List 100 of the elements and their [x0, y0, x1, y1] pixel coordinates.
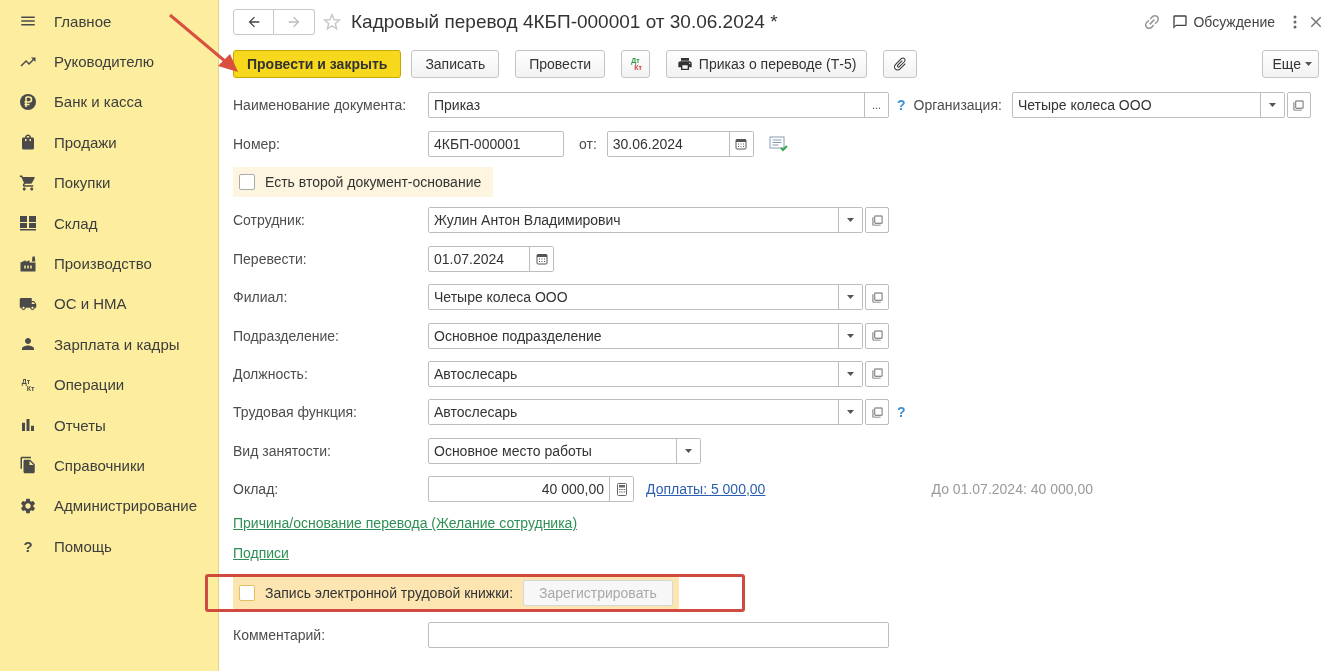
- dropdown-button[interactable]: [838, 323, 862, 348]
- caret-icon: [1268, 103, 1276, 108]
- checkbox-label: Есть второй документ-основание: [265, 173, 482, 190]
- bag-icon: [19, 133, 37, 152]
- sidebar-item[interactable]: Администрирование: [0, 485, 218, 527]
- sidebar-item[interactable]: Банк и касса: [0, 81, 218, 123]
- toolbar-button[interactable]: Провести: [515, 50, 606, 78]
- open-window-icon: [871, 406, 883, 418]
- more-menu-button[interactable]: Еще: [1261, 50, 1319, 78]
- dropdown-button[interactable]: [838, 361, 862, 386]
- caret-icon: [847, 333, 854, 338]
- caret-icon: [847, 410, 854, 415]
- choose-button[interactable]: ...: [864, 93, 888, 118]
- sidebar-item[interactable]: Главное: [0, 1, 218, 42]
- field-label: Организация:: [913, 97, 1002, 114]
- help-icon[interactable]: ?: [897, 97, 906, 114]
- checkbox-label: Запись электронной трудовой книжки:: [265, 585, 514, 602]
- field-label: Оклад:: [233, 481, 280, 498]
- field-label: от:: [579, 135, 597, 152]
- discussion-button[interactable]: Обсуждение: [1172, 14, 1283, 30]
- select-field[interactable]: Автослесарь: [428, 360, 863, 387]
- field-label: Должность:: [233, 365, 309, 382]
- calculator-button[interactable]: [609, 477, 633, 502]
- toolbar-button[interactable]: Записать: [411, 50, 500, 78]
- open-button[interactable]: [865, 207, 889, 234]
- checkbox[interactable]: [239, 173, 255, 190]
- print-order-button[interactable]: Приказ о переводе (Т-5): [665, 50, 868, 78]
- help-icon[interactable]: ?: [897, 404, 906, 421]
- document-check-icon[interactable]: [768, 135, 789, 152]
- field-label: Вид занятости:: [233, 442, 332, 459]
- comment-field[interactable]: [428, 622, 889, 649]
- select-field[interactable]: Жулин Антон Владимирович: [428, 207, 863, 234]
- select-field[interactable]: Основное подразделение: [428, 322, 863, 349]
- calendar-button[interactable]: [728, 131, 753, 156]
- attach-button[interactable]: [883, 50, 918, 78]
- select-field[interactable]: Четыре колеса ООО: [428, 284, 863, 311]
- dropdown-button[interactable]: [838, 400, 862, 425]
- caret-icon: [847, 295, 854, 300]
- forward-arrow-icon: [286, 14, 302, 30]
- field-label: Подразделение:: [233, 327, 340, 344]
- star-icon[interactable]: [321, 11, 343, 33]
- help-icon: ?: [23, 537, 33, 555]
- sidebar-item[interactable]: ? Помощь: [0, 526, 218, 567]
- dropdown-button[interactable]: [1259, 93, 1284, 118]
- number-field[interactable]: 4КБП-000001: [428, 130, 564, 157]
- field-label: Трудовая функция:: [233, 404, 358, 421]
- annotation-arrow: [169, 13, 238, 72]
- open-button[interactable]: [865, 322, 889, 349]
- salary-field[interactable]: 40 000,00: [428, 476, 634, 503]
- sidebar-item[interactable]: Зарплата и кадры: [0, 324, 218, 365]
- sidebar-item[interactable]: Склад: [0, 202, 218, 244]
- window-title: Кадровый перевод 4КБП-000001 от 30.06.2024 *: [351, 11, 778, 33]
- calendar-button[interactable]: [529, 246, 553, 271]
- open-button[interactable]: [1286, 92, 1311, 119]
- open-button[interactable]: [865, 284, 889, 311]
- sidebar-item[interactable]: Покупки: [0, 162, 218, 203]
- organization-field[interactable]: Четыре колеса ООО: [1011, 92, 1285, 119]
- open-button[interactable]: [865, 399, 889, 426]
- previous-salary-note: До 01.07.2024: 40 000,00: [931, 481, 1093, 498]
- select-field[interactable]: Основное место работы: [428, 437, 701, 464]
- document-name-field[interactable]: Приказ ...: [428, 92, 889, 119]
- open-window-icon: [871, 291, 883, 303]
- field-label: Филиал:: [233, 289, 289, 306]
- dropdown-button[interactable]: [838, 285, 862, 310]
- select-field[interactable]: Автослесарь: [428, 399, 863, 426]
- form-link[interactable]: Причина/основание перевода (Желание сотрудника): [233, 515, 578, 532]
- caret-icon: [847, 218, 854, 223]
- ruble-icon: [19, 92, 37, 111]
- cart-icon: [19, 173, 37, 192]
- caret-icon: [847, 371, 854, 376]
- more-button[interactable]: [1293, 15, 1297, 29]
- chat-icon: [1172, 14, 1189, 30]
- dropdown-button[interactable]: [838, 208, 862, 233]
- open-window-icon: [871, 368, 883, 380]
- field-label: Сотрудник:: [233, 212, 306, 229]
- printer-icon: [676, 56, 693, 72]
- back-button[interactable]: [233, 9, 274, 35]
- dropdown-button[interactable]: [676, 438, 700, 463]
- allowances-link[interactable]: Доплаты: 5 000,00: [646, 481, 766, 498]
- open-button[interactable]: [865, 360, 889, 387]
- form-link[interactable]: Подписи: [233, 545, 289, 562]
- sidebar-item[interactable]: Справочники: [0, 445, 218, 486]
- field-label: Номер:: [233, 135, 281, 152]
- open-window-icon: [871, 214, 883, 226]
- pages-icon: [19, 456, 37, 475]
- caret-icon: [685, 448, 692, 453]
- settings-icon: [19, 496, 37, 515]
- sidebar-item[interactable]: Руководителю: [0, 41, 218, 82]
- post-and-close-button[interactable]: Провести и закрыть: [233, 50, 402, 78]
- open-window-icon: [871, 330, 883, 342]
- date-field[interactable]: 30.06.2024: [606, 130, 754, 157]
- sidebar-item[interactable]: ОС и НМА: [0, 283, 218, 325]
- calendar-icon: [735, 137, 748, 150]
- more-icon: [1293, 15, 1297, 29]
- sidebar-item[interactable]: Продажи: [0, 122, 218, 163]
- sidebar-item[interactable]: Отчеты: [0, 404, 218, 446]
- calendar-icon: [535, 252, 548, 265]
- grid-icon: [19, 214, 37, 233]
- date-field[interactable]: 01.07.2024: [428, 245, 554, 272]
- sidebar-item[interactable]: Производство: [0, 243, 218, 284]
